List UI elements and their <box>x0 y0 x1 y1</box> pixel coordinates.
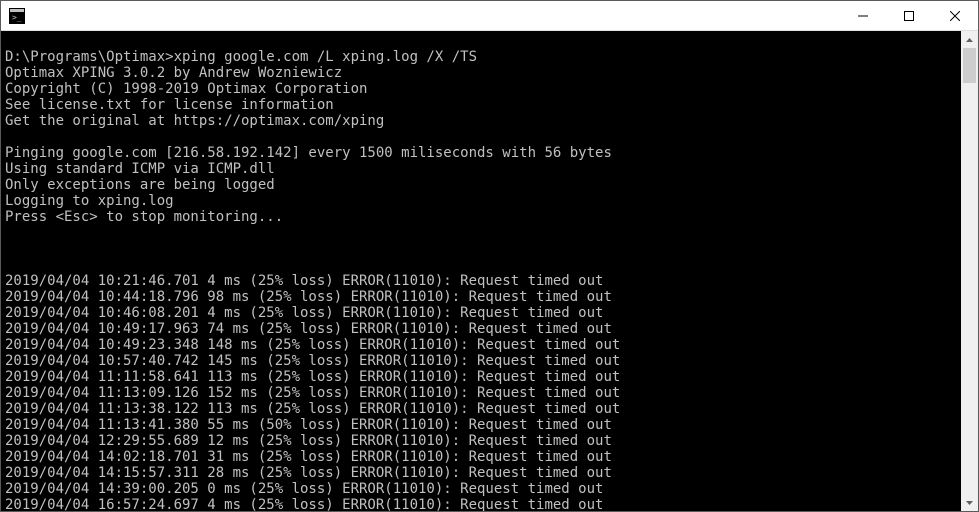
console-text: D:\Programs\Optimax>xping google.com /L … <box>5 33 957 511</box>
svg-text:>_: >_ <box>12 13 22 22</box>
console-area: D:\Programs\Optimax>xping google.com /L … <box>1 31 978 511</box>
console-output[interactable]: D:\Programs\Optimax>xping google.com /L … <box>1 31 961 511</box>
minimize-button[interactable] <box>840 1 886 30</box>
minimize-icon <box>858 11 868 21</box>
cmd-icon: >_ <box>9 8 25 24</box>
close-icon <box>950 11 960 21</box>
scroll-up-button[interactable] <box>961 31 978 48</box>
vertical-scrollbar[interactable] <box>961 31 978 511</box>
scroll-thumb[interactable] <box>963 48 976 83</box>
window-controls <box>840 1 978 30</box>
titlebar[interactable]: >_ <box>1 1 978 31</box>
scroll-down-button[interactable] <box>961 494 978 511</box>
maximize-button[interactable] <box>886 1 932 30</box>
chevron-up-icon <box>966 38 973 42</box>
chevron-down-icon <box>966 501 973 505</box>
close-button[interactable] <box>932 1 978 30</box>
maximize-icon <box>904 11 914 21</box>
scroll-track[interactable] <box>961 48 978 494</box>
